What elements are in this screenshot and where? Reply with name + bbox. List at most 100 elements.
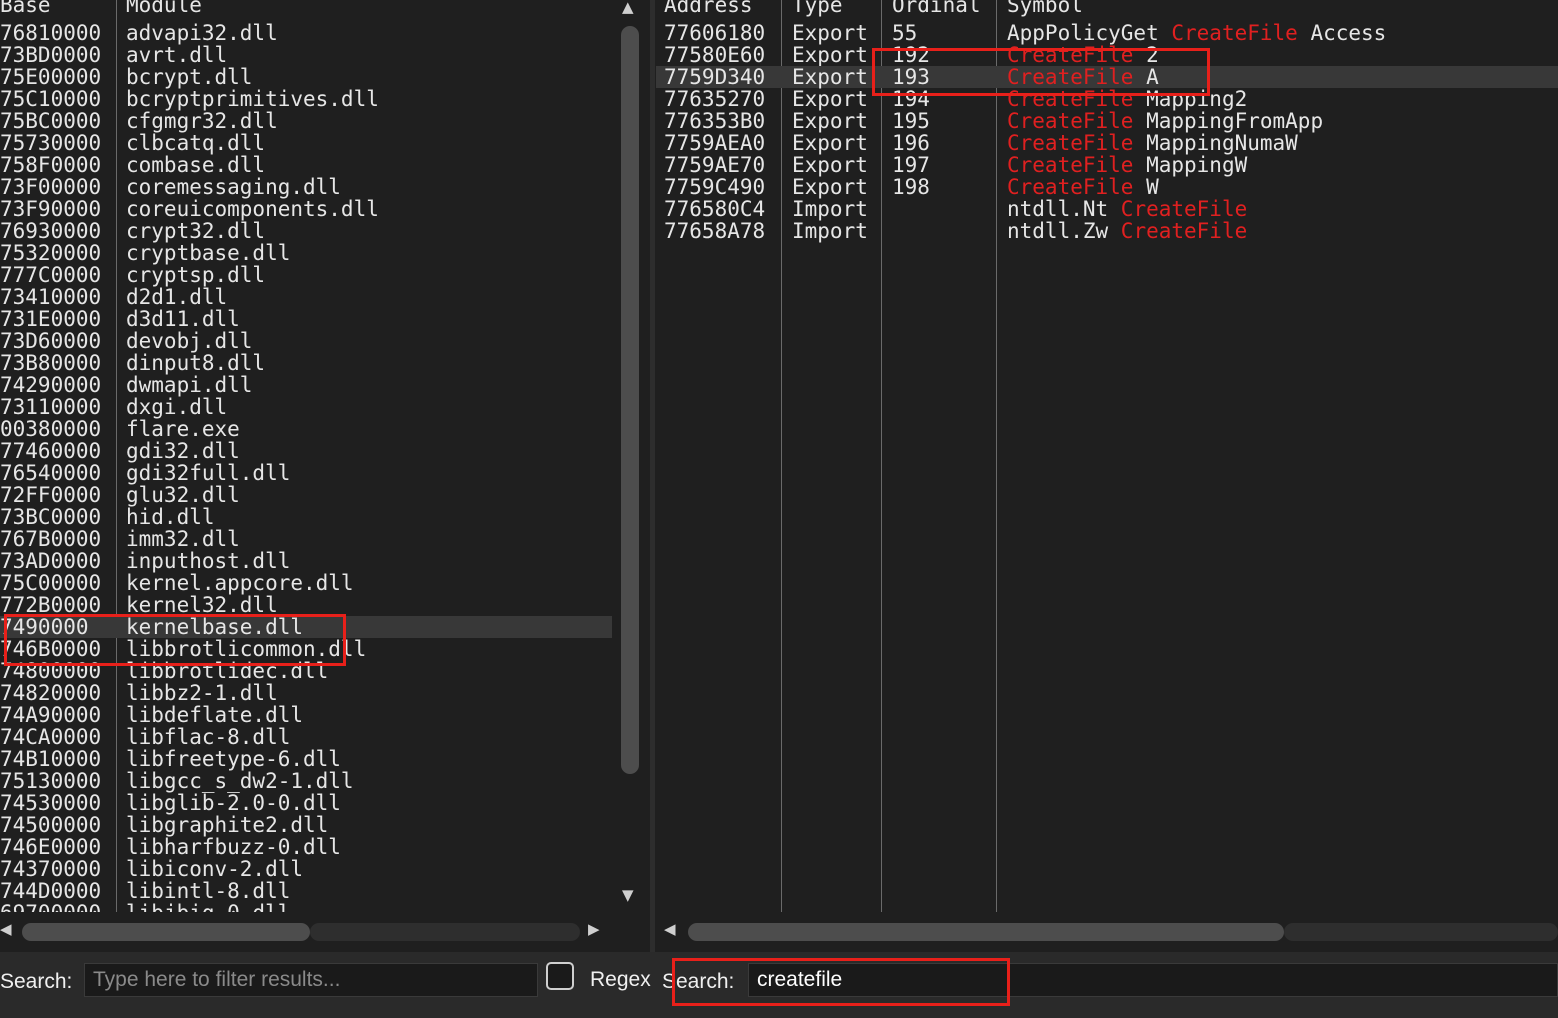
base-column-header[interactable]: Base — [0, 0, 51, 16]
module-base-cell: 758F0000 — [0, 153, 102, 177]
module-row[interactable]: 72FF0000 glu32.dll — [0, 484, 612, 506]
module-row[interactable]: 74370000 libiconv-2.dll — [0, 858, 612, 880]
symbol-row[interactable]: 77606180 Export 55 AppPolicyGet CreateFile … — [656, 22, 1558, 44]
module-row[interactable]: 00380000 flare.exe — [0, 418, 612, 440]
scroll-up-arrow-icon[interactable]: ▲ — [622, 0, 634, 16]
module-row[interactable]: 73B80000 dinput8.dll — [0, 352, 612, 374]
module-row[interactable]: 75E00000 bcrypt.dll — [0, 66, 612, 88]
symbol-address-cell: 7759D340 — [664, 65, 766, 89]
module-base-cell: 75E00000 — [0, 65, 102, 89]
module-name-cell: libjbig-0.dll — [126, 902, 290, 912]
module-base-cell: 74B10000 — [0, 747, 102, 771]
module-row[interactable]: 73410000 d2d1.dll — [0, 286, 612, 308]
module-row[interactable]: 73BC0000 hid.dll — [0, 506, 612, 528]
modules-horizontal-scroll-track[interactable] — [310, 923, 580, 941]
module-row[interactable]: 74B10000 libfreetype-6.dll — [0, 748, 612, 770]
module-row[interactable]: 74500000 libgraphite2.dll — [0, 814, 612, 836]
module-row[interactable]: 74800000 libbrotlidec.dll — [0, 660, 612, 682]
symbol-row[interactable]: 7759AEA0 Export 196 CreateFile MappingNumaW — [656, 132, 1558, 154]
ordinal-column-header[interactable]: Ordinal — [892, 0, 981, 16]
symbols-list[interactable]: Address Type Ordinal Symbol 77606180 Expo… — [656, 0, 1558, 912]
scroll-left-arrow-icon[interactable]: ◀ — [664, 920, 676, 938]
module-row[interactable]: 7490000 kernelbase.dll — [0, 616, 612, 638]
regex-label: Regex — [590, 968, 651, 991]
module-row[interactable]: 73BD0000 avrt.dll — [0, 44, 612, 66]
symbol-row[interactable]: 7759AE70 Export 197 CreateFile MappingW — [656, 154, 1558, 176]
module-row[interactable]: 75730000 clbcatq.dll — [0, 132, 612, 154]
symbol-type-cell: Export — [792, 131, 868, 155]
symbols-horizontal-scroll-thumb[interactable] — [688, 923, 1284, 941]
symbol-column-header[interactable]: Symbol — [1007, 0, 1083, 16]
modules-vertical-scrollbar[interactable]: ▲ ▼ — [620, 0, 640, 912]
module-name-cell: cryptbase.dll — [126, 241, 291, 265]
symbol-row[interactable]: 77580E60 Export 192 CreateFile 2 — [656, 44, 1558, 66]
module-row[interactable]: 76540000 gdi32full.dll — [0, 462, 612, 484]
module-row[interactable]: 75320000 cryptbase.dll — [0, 242, 612, 264]
module-row[interactable]: 76930000 crypt32.dll — [0, 220, 612, 242]
pane-splitter[interactable] — [650, 0, 655, 1018]
symbol-row[interactable]: 776580C4 Import ntdll.Nt CreateFile — [656, 198, 1558, 220]
module-row[interactable]: 75130000 libgcc_s_dw2-1.dll — [0, 770, 612, 792]
module-name-cell: libdeflate.dll — [126, 703, 304, 727]
symbol-type-cell: Export — [792, 21, 868, 45]
scroll-down-arrow-icon[interactable]: ▼ — [622, 886, 634, 904]
module-row[interactable]: 73F00000 coremessaging.dll — [0, 176, 612, 198]
symbols-horizontal-scrollbar[interactable]: ◀ — [656, 914, 1558, 948]
module-row[interactable]: 74290000 dwmapi.dll — [0, 374, 612, 396]
symbol-row[interactable]: 7759D340 Export 193 CreateFile A — [656, 66, 1558, 88]
module-row[interactable]: 731E0000 d3d11.dll — [0, 308, 612, 330]
module-row[interactable]: 74530000 libglib-2.0-0.dll — [0, 792, 612, 814]
module-row[interactable]: 75BC0000 cfgmgr32.dll — [0, 110, 612, 132]
module-row[interactable]: 767B0000 imm32.dll — [0, 528, 612, 550]
module-name-cell: libglib-2.0-0.dll — [126, 791, 341, 815]
module-row[interactable]: 73D60000 devobj.dll — [0, 330, 612, 352]
module-row[interactable]: 75C00000 kernel.appcore.dll — [0, 572, 612, 594]
module-base-cell: 74820000 — [0, 681, 102, 705]
symbol-row[interactable]: 77658A78 Import ntdll.Zw CreateFile — [656, 220, 1558, 242]
type-column-header[interactable]: Type — [792, 0, 843, 16]
module-row[interactable]: 73110000 dxgi.dll — [0, 396, 612, 418]
module-base-cell: 77460000 — [0, 439, 102, 463]
module-base-cell: 772B0000 — [0, 593, 102, 617]
module-row[interactable]: 75C10000 bcryptprimitives.dll — [0, 88, 612, 110]
modules-horizontal-scrollbar[interactable]: ◀ ▶ — [0, 914, 620, 948]
modules-vertical-scroll-thumb[interactable] — [621, 26, 639, 774]
module-row[interactable]: 77460000 gdi32.dll — [0, 440, 612, 462]
module-name-cell: imm32.dll — [126, 527, 240, 551]
modules-list[interactable]: Base Module 76810000 advapi32.dll 73BD0000… — [0, 0, 620, 912]
symbol-match-highlight: CreateFile — [1007, 175, 1134, 199]
symbols-horizontal-scroll-track[interactable] — [1284, 923, 1558, 941]
symbol-suffix: MappingW — [1133, 153, 1248, 177]
module-base-cell: 75130000 — [0, 769, 102, 793]
module-row[interactable]: 744D0000 libintl-8.dll — [0, 880, 612, 902]
module-row[interactable]: 74A90000 libdeflate.dll — [0, 704, 612, 726]
module-row[interactable]: 746E0000 libharfbuzz-0.dll — [0, 836, 612, 858]
module-row[interactable]: 772B0000 kernel32.dll — [0, 594, 612, 616]
symbol-name-cell: CreateFile W — [1007, 176, 1159, 198]
module-row[interactable]: 76810000 advapi32.dll — [0, 22, 612, 44]
symbol-row[interactable]: 77635270 Export 194 CreateFile Mapping2 — [656, 88, 1558, 110]
modules-search-input[interactable] — [84, 963, 538, 997]
symbol-row[interactable]: 776353B0 Export 195 CreateFile MappingFromA… — [656, 110, 1558, 132]
scroll-left-arrow-icon[interactable]: ◀ — [0, 920, 12, 938]
module-row[interactable]: 73F90000 coreuicomponents.dll — [0, 198, 612, 220]
module-column-header[interactable]: Module — [126, 0, 202, 16]
symbols-search-label: Search: — [662, 970, 735, 993]
module-base-cell: 767B0000 — [0, 527, 102, 551]
module-row[interactable]: 74820000 libbz2-1.dll — [0, 682, 612, 704]
scroll-right-arrow-icon[interactable]: ▶ — [588, 920, 600, 938]
regex-checkbox[interactable] — [546, 962, 574, 990]
module-row[interactable]: 74CA0000 libflac-8.dll — [0, 726, 612, 748]
module-row[interactable]: 758F0000 combase.dll — [0, 154, 612, 176]
module-row[interactable]: 69700000 libjbig-0.dll — [0, 902, 612, 912]
symbol-name-cell: CreateFile MappingNumaW — [1007, 132, 1298, 154]
symbol-row[interactable]: 7759C490 Export 198 CreateFile W — [656, 176, 1558, 198]
module-row[interactable]: 73AD0000 inputhost.dll — [0, 550, 612, 572]
module-row[interactable]: 777C0000 cryptsp.dll — [0, 264, 612, 286]
modules-horizontal-scroll-thumb[interactable] — [22, 923, 310, 941]
symbol-address-cell: 77635270 — [664, 87, 766, 111]
address-column-header[interactable]: Address — [664, 0, 753, 16]
symbols-search-input[interactable] — [748, 963, 1558, 997]
module-row[interactable]: 746B0000 libbrotlicommon.dll — [0, 638, 612, 660]
symbol-address-cell: 7759C490 — [664, 175, 766, 199]
